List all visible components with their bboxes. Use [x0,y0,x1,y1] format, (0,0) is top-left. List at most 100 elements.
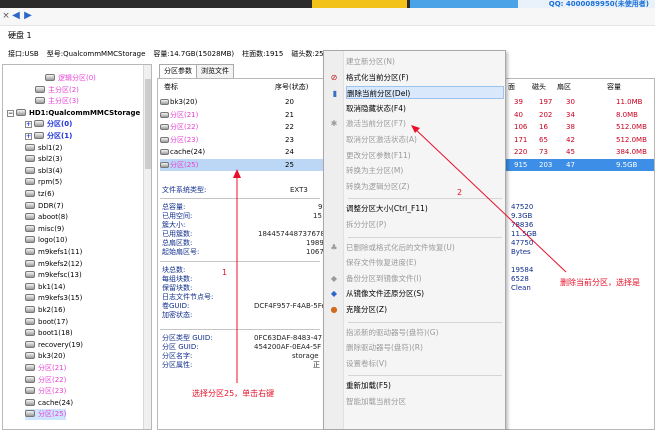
tree-item[interactable]: recovery(19) [25,340,83,351]
tree-item[interactable]: m9kefsc(13) [25,270,82,281]
partition-icon [35,97,45,105]
tree-item[interactable]: sbl2(3) [25,154,62,165]
partition-row[interactable]: 分区(21) 21 [160,109,325,121]
menu-item[interactable]: 重新加载(F5) [346,379,504,392]
tree-item-label: aboot(8) [38,213,68,222]
menu-item[interactable]: 取消分区激活状态(A) [346,133,504,146]
col-capacity-header: 容量 [607,83,621,91]
partition-row[interactable]: cache(24) 24 [160,146,325,158]
geometry-row[interactable]: 171 65 42 512.0MB [504,134,654,146]
tab-partition-params[interactable]: 分区参数 [159,64,197,78]
menu-item[interactable]: 建立新分区(N) [346,55,504,68]
menu-item-label: 更改分区参数(F11) [346,150,411,160]
geometry-row[interactable]: 915 203 47 9.5GB [504,158,654,171]
tree-item[interactable]: bk2(16) [25,305,65,316]
partition-icon [160,149,169,155]
partition-icon [34,132,44,139]
tree-item[interactable]: m9kefs2(12) [25,259,82,270]
geometry-row[interactable]: 39 197 30 11.0MB [504,96,654,108]
menu-item[interactable]: ⊘ 格式化当前分区(F) [331,71,504,84]
menu-item-icon: ▮ [332,89,338,99]
tree-item[interactable]: sbl1(2) [25,143,62,154]
tree-item[interactable]: + 分区(1) [25,131,72,142]
menu-item[interactable]: ✱ 激活当前分区(F7) [331,117,504,130]
annotation-step-1: 1 [222,268,228,277]
menu-item[interactable]: ♣ 已删除或格式化后的文件恢复(U) [330,241,504,254]
expand-toggle-icon[interactable]: + [25,133,32,140]
face-value: 40 [514,110,523,119]
tree-item[interactable]: − HD1:QualcommMMCStorage [7,108,140,119]
tree-scrollbar[interactable] [143,65,151,429]
tree-scroll-thumb[interactable] [145,79,151,169]
geometry-row[interactable]: 220 73 45 384.0MB [504,146,654,158]
expand-toggle-icon[interactable]: + [25,121,32,129]
partition-row[interactable]: 分区(25) 25 [160,158,325,171]
sector-value: 45 [566,148,575,156]
tree-item[interactable]: 分区(25) [25,409,67,421]
tree-item[interactable]: + 分区(0) [25,119,72,130]
tree-item[interactable]: 分区(21) [25,363,66,374]
menu-item[interactable]: 设置卷标(V) [346,357,504,370]
tree-item[interactable]: sbl3(4) [25,166,62,177]
menu-item[interactable]: 保存文件恢复进度(E) [346,256,504,269]
tree-item[interactable]: m9kefs1(11) [25,247,82,258]
tree-item[interactable]: boot(17) [25,317,68,328]
tree-item[interactable]: m9kefs3(15) [25,293,82,304]
menu-item[interactable]: 转换为逻辑分区(Z) [346,180,504,193]
tree-item-label: 分区(22) [38,375,67,384]
menu-item[interactable]: 指派新的驱动器号(盘符)(G) [346,326,504,339]
partition-type-guid-value: 0FC63DAF-8483-47 [254,334,323,342]
tree-item[interactable]: aboot(8) [25,212,68,223]
menu-item[interactable]: ● 克隆分区(Z) [331,303,504,316]
menu-item[interactable]: 智能加载当前分区 [346,395,504,408]
tree-item[interactable]: 主分区(3) [35,96,79,107]
top-banner-bar: QQ: 4000089950(未使用者) [0,0,655,8]
menu-item[interactable]: 调整分区大小(Ctrl_F11) [346,202,504,215]
partition-row[interactable]: 分区(22) 22 [160,121,325,133]
tree-item[interactable]: DDR(7) [25,201,64,212]
tree-item[interactable]: 主分区(2) [35,85,79,96]
menu-item[interactable]: 转换为主分区(M) [346,164,504,177]
menu-separator [348,321,502,323]
info-value: 47750 [511,239,534,247]
journal-inode-label: 日志文件节点号: [162,293,214,301]
geometry-row[interactable]: 106 16 38 512.0MB [504,121,654,133]
tree-item[interactable]: cache(24) [25,398,73,409]
tree-item-label: sbl3(4) [38,166,63,175]
context-menu[interactable]: 建立新分区(N) ⊘ 格式化当前分区(F) ▮ 删除当前分区(Del) 取消隐藏状态(F4… [323,50,506,430]
back-arrow-icon[interactable]: ◀ [10,10,22,22]
menu-item-label: 已删除或格式化后的文件恢复(U) [346,242,455,252]
tree-item-label: sbl2(3) [38,155,63,164]
partition-icon [25,364,35,371]
tree-item[interactable]: boot1(18) [25,328,73,339]
partition-icon [25,236,35,244]
tree-item[interactable]: 逻辑分区(0) [45,73,96,84]
tree-item[interactable]: rpm(5) [25,177,62,188]
tree-item[interactable]: misc(9) [25,224,64,235]
forward-arrow-icon[interactable]: ▶ [22,10,34,22]
menu-item[interactable]: 更改分区参数(F11) [346,149,504,162]
menu-item[interactable]: 删除驱动器号(盘符)(R) [346,341,504,354]
divider [160,261,320,262]
partition-icon [160,99,169,105]
partition-row[interactable]: bk3(20) 20 [160,96,325,108]
menu-item[interactable]: 拆分分区(P) [346,218,504,231]
partition-row[interactable]: 分区(23) 23 [160,134,325,146]
sector-value: 47 [566,160,575,169]
volume-guid-value: DCF4F957-F4AB-5Fe [254,302,326,310]
menu-item[interactable]: 取消隐藏状态(F4) [346,102,504,115]
tree-item[interactable]: bk3(20) [25,351,65,362]
tab-browse-files[interactable]: 浏览文件 [196,64,234,78]
tree-item[interactable]: tz(6) [25,189,54,200]
disk-tree-panel[interactable]: 逻辑分区(0) 主分区(2) 主分区(3) − HD1:QualcommMMCStora… [2,64,152,430]
tree-item[interactable]: 分区(22) [25,375,66,386]
expand-toggle-icon[interactable]: − [7,109,14,117]
banner-ad-blue [410,0,518,8]
geometry-row[interactable]: 40 202 34 8.0MB [504,109,654,121]
tree-item[interactable]: 分区(23) [25,386,66,397]
menu-item[interactable]: ◆ 备份分区到镜像文件(I) [331,272,504,285]
menu-item[interactable]: ▮ 删除当前分区(Del) [333,86,504,100]
tree-item[interactable]: bk1(14) [25,282,65,293]
tree-item[interactable]: logo(10) [25,235,67,246]
menu-item[interactable]: ◆ 从镜像文件还原分区(S) [331,287,504,300]
